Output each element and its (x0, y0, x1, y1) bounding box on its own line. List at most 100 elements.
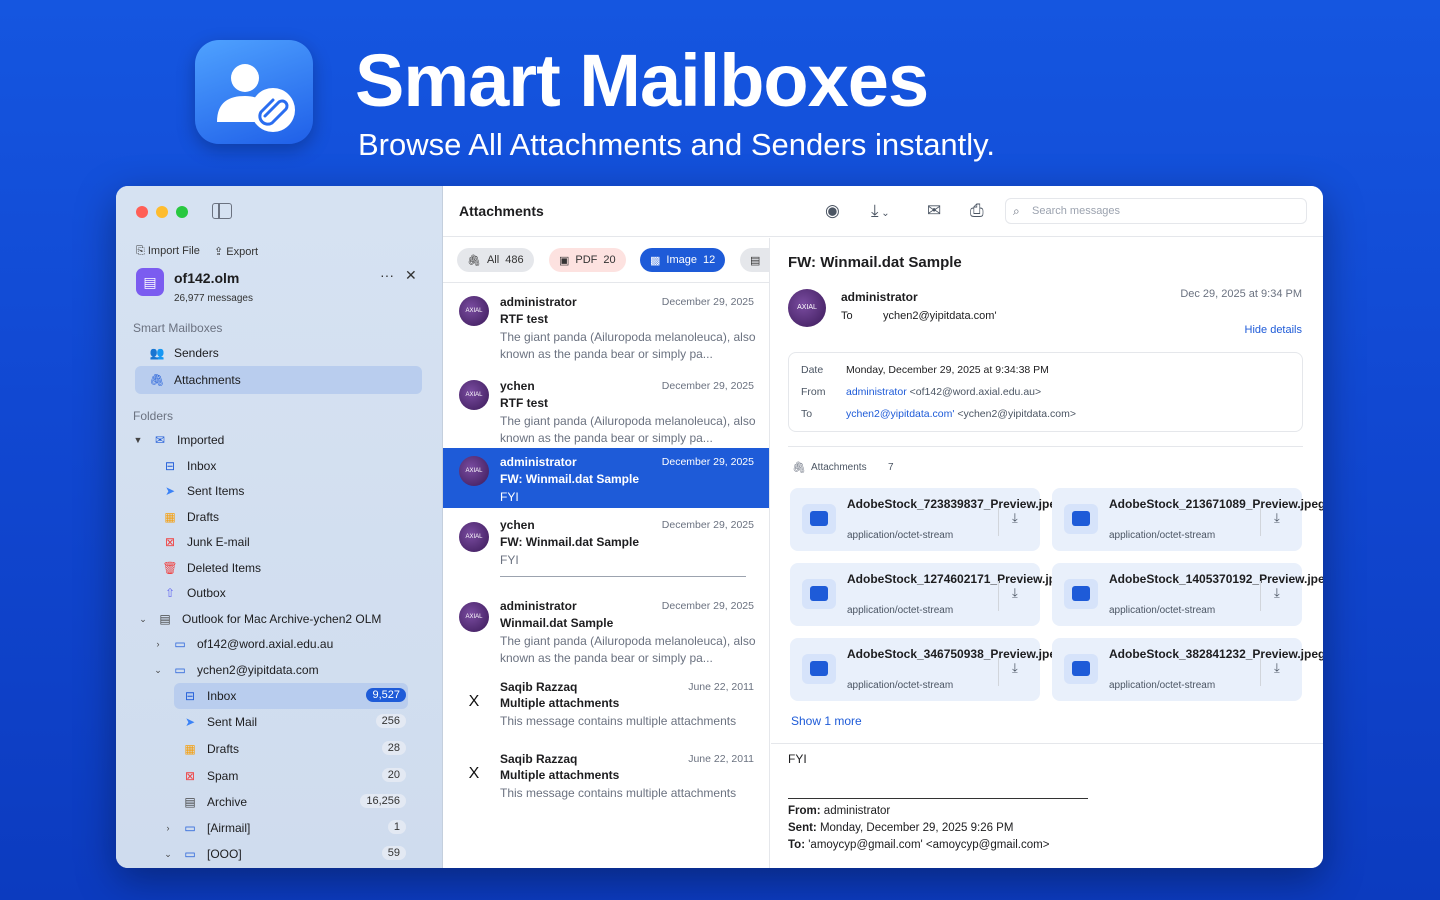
list-item[interactable]: AXIAL administrator December 29, 2025 Wi… (443, 592, 769, 676)
count-badge: 1 (387, 820, 406, 834)
folder-yipit-inbox[interactable]: ⊟ Inbox 9,527 (174, 683, 408, 709)
folder-yipit-archive[interactable]: ▤ Archive 16,256 (182, 789, 406, 815)
envelope-icon[interactable]: ✉ (927, 201, 941, 221)
zoom-window-button[interactable] (176, 206, 188, 218)
avatar-initial: X (459, 687, 489, 717)
to-link[interactable]: ychen2@yipitdata.com' (846, 408, 954, 420)
chevron-down-icon[interactable]: ⌄ (879, 208, 889, 219)
save-icon[interactable]: ⤓ (1274, 660, 1280, 676)
sidebar-toggle-icon[interactable] (212, 203, 232, 219)
folder-label: of142@word.axial.edu.au (197, 637, 334, 651)
paperclip-icon: 🖇 (792, 462, 806, 474)
folder-outlook-archive[interactable]: ⌄ ▤ Outlook for Mac Archive-ychen2 OLM (137, 606, 422, 632)
attachment-card[interactable]: AdobeStock_723839837_Preview.jpeg applic… (790, 488, 1063, 551)
list-item[interactable]: X Saqib Razzaq June 22, 2011 Multiple at… (443, 678, 769, 748)
chip-label: All (486, 254, 500, 266)
chevron-down-icon[interactable]: ▼ (132, 435, 144, 445)
folder-outbox[interactable]: ⇧ Outbox (162, 580, 422, 606)
chip-pdf[interactable]: ▣ PDF 20 (549, 248, 626, 272)
folder-sent-items[interactable]: ➤ Sent Items (162, 478, 422, 504)
save-icon[interactable]: ⤓ (1012, 660, 1018, 676)
send-icon: ➤ (184, 715, 196, 729)
save-icon[interactable]: ⤓ (1274, 585, 1280, 601)
import-file-button[interactable]: ⎘ Import File (136, 245, 200, 258)
message-subject: RTF test (500, 312, 548, 326)
message-date: December 29, 2025 (661, 296, 754, 308)
smart-item-senders[interactable]: 👥 Senders (135, 340, 422, 366)
folder-imported[interactable]: ▼ ✉ Imported (132, 427, 422, 453)
chevron-down-icon[interactable]: ⌄ (162, 849, 174, 860)
attachment-card[interactable]: AdobeStock_213671089_Preview.jpeg applic… (1052, 488, 1323, 551)
save-icon[interactable]: ⤓ (1274, 510, 1280, 526)
folder-drafts[interactable]: ▦ Drafts (162, 504, 422, 530)
chevron-down-icon[interactable]: ⌄ (137, 614, 149, 625)
folder-account-axial[interactable]: › ▭ of142@word.axial.edu.au (152, 631, 422, 657)
image-icon: ▩ (650, 254, 661, 267)
folder-icon: ▭ (174, 637, 186, 651)
message-subject: RTF test (500, 396, 548, 410)
list-item[interactable]: AXIAL ychen December 29, 2025 RTF test T… (443, 368, 769, 448)
from-link[interactable]: administrator (846, 386, 907, 398)
attachment-name: AdobeStock_346750938_Preview.jpeg (847, 647, 1064, 661)
folder-yipit-ooo[interactable]: ⌄ ▭ [OOO] 59 (162, 841, 406, 867)
list-item-selected[interactable]: AXIAL administrator December 29, 2025 FW… (443, 448, 769, 508)
folder-label: Junk E-mail (187, 535, 250, 549)
export-button[interactable]: ⇪ Export (214, 245, 258, 258)
attachment-card[interactable]: AdobeStock_382841232_Preview.jpeg applic… (1052, 638, 1323, 701)
chevron-down-icon[interactable]: ⌄ (152, 665, 164, 676)
list-item[interactable]: AXIAL ychen December 29, 2025 FW: Winmai… (443, 510, 769, 584)
folder-label: [Airmail] (207, 821, 251, 835)
folder-yipit-spam[interactable]: ⊠ Spam 20 (182, 763, 406, 789)
message-sender: administrator (500, 599, 577, 613)
account-count: 26,977 messages (174, 293, 253, 304)
message-body: FYI (788, 752, 807, 766)
minimize-window-button[interactable] (156, 206, 168, 218)
attachment-card[interactable]: AdobeStock_1274602171_Preview.jpeg appli… (790, 563, 1071, 626)
attachment-type: application/octet-stream (1109, 680, 1216, 691)
message-preview: The giant panda (Ailuropoda melanoleuca)… (500, 330, 756, 361)
attachment-card[interactable]: AdobeStock_346750938_Preview.jpeg applic… (790, 638, 1064, 701)
archive-icon: ▤ (184, 795, 196, 809)
chip-image[interactable]: ▩ Image 12 (640, 248, 726, 272)
more-icon[interactable]: ··· (380, 267, 394, 283)
chip-more[interactable]: ▤ (740, 248, 770, 272)
list-item[interactable]: AXIAL administrator December 29, 2025 RT… (443, 284, 769, 368)
attachment-name: AdobeStock_1274602171_Preview.jpeg (847, 572, 1071, 586)
folder-junk[interactable]: ⊠ Junk E-mail (162, 529, 422, 555)
hide-details-link[interactable]: Hide details (1245, 324, 1302, 336)
chip-all[interactable]: 🖇 All 486 (457, 248, 534, 272)
avatar: AXIAL (459, 522, 489, 552)
message-detail: FW: Winmail.dat Sample AXIAL administrat… (771, 238, 1323, 868)
eye-icon[interactable]: ◉ (825, 201, 840, 221)
attachment-type: application/octet-stream (847, 530, 954, 541)
detail-to-label: To (841, 310, 853, 322)
message-sender: administrator (500, 455, 577, 469)
show-more-link[interactable]: Show 1 more (791, 714, 862, 728)
count-badge: 20 (381, 768, 406, 782)
outbox-icon: ⇧ (164, 586, 176, 600)
close-icon[interactable]: ✕ (405, 267, 417, 284)
attachment-type: application/octet-stream (1109, 530, 1216, 541)
folder-yipit-airmail[interactable]: › ▭ [Airmail] 1 (162, 815, 406, 841)
attachment-card[interactable]: AdobeStock_1405370192_Preview.jpeg appli… (1052, 563, 1323, 626)
folder-yipit-drafts[interactable]: ▦ Drafts 28 (182, 736, 406, 762)
import-icon: ⎘ (136, 245, 145, 257)
save-icon[interactable]: ⤓ (1012, 585, 1018, 601)
folder-account-yipit[interactable]: ⌄ ▭ ychen2@yipitdata.com (152, 657, 422, 683)
close-window-button[interactable] (136, 206, 148, 218)
folder-deleted[interactable]: 🗑 Deleted Items (162, 555, 422, 581)
save-icon[interactable]: ⤓ (1012, 510, 1018, 526)
folder-inbox[interactable]: ⊟ Inbox (162, 453, 422, 479)
folder-label: Spam (207, 769, 239, 783)
avatar: AXIAL (459, 296, 489, 326)
save-download-icon[interactable]: ⤓ ⌄ (871, 201, 890, 221)
print-icon[interactable]: ⎙ (970, 201, 984, 221)
chevron-right-icon[interactable]: › (152, 639, 164, 649)
folder-label: Drafts (207, 742, 240, 756)
message-preview: The giant panda (Ailuropoda melanoleuca)… (500, 414, 756, 445)
smart-item-attachments[interactable]: 🖇 Attachments (135, 366, 422, 394)
chevron-right-icon[interactable]: › (162, 823, 174, 833)
folder-yipit-sent[interactable]: ➤ Sent Mail 256 (182, 709, 406, 735)
list-item[interactable]: X Saqib Razzaq June 22, 2011 Multiple at… (443, 750, 769, 822)
search-input[interactable]: ⌕ Search messages (1005, 198, 1307, 224)
